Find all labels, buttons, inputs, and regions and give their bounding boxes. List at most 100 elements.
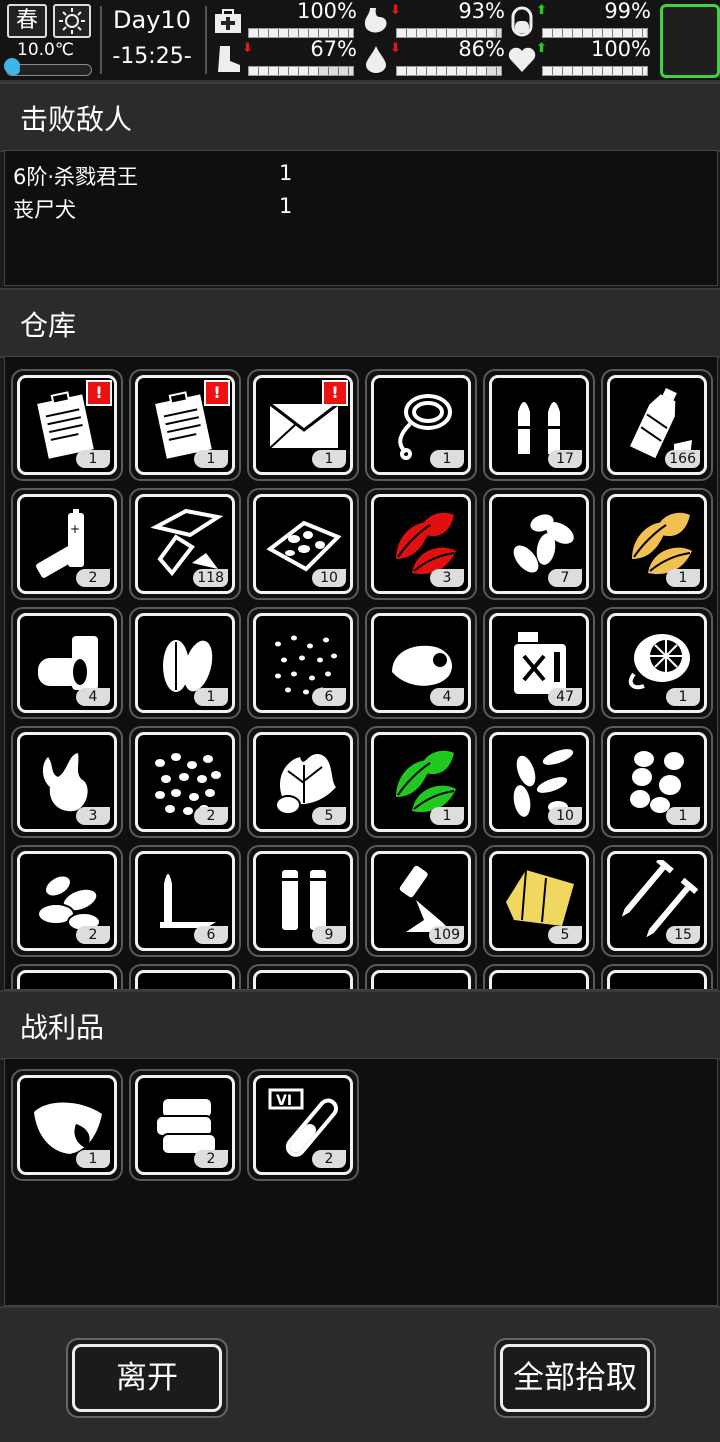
item-slot[interactable]: 1 [601,726,713,838]
item-slot[interactable]: 1 [11,1069,123,1181]
stat-trend-arrow: ⬇ [390,3,401,18]
item-count: 17 [548,450,582,468]
kills-header: 击败敌人 [0,82,720,152]
item-count: 166 [665,450,700,468]
loot-grid[interactable]: 1 2 VI 2 [5,1059,717,1305]
item-slot[interactable] [129,964,241,989]
item-slot[interactable] [601,964,713,989]
item-slot[interactable]: ! 1 [247,369,359,481]
item-count: 1 [76,1150,110,1168]
item-slot[interactable]: 5 [483,845,595,957]
kill-row: 丧尸犬 1 [13,194,292,224]
item-slot[interactable]: 2 [129,1069,241,1181]
kills-title: 击败敌人 [20,103,133,136]
item-count: 1 [312,450,346,468]
alert-badge-icon: ! [322,380,348,406]
stat-value: 100% [296,0,357,23]
item-count: 9 [312,926,346,944]
take-all-button[interactable]: 全部拾取 [494,1338,656,1418]
item-count: 118 [193,569,228,587]
warehouse-title: 仓库 [20,309,77,342]
status-bar: 春 10.0℃ Day10 -15:25- 100% ⬇ 93% ⬆ 99% ⬇ 67% ⬇ 8… [0,0,720,82]
item-slot[interactable]: 166 [601,369,713,481]
thermometer-icon [4,58,20,74]
item-count: 1 [194,450,228,468]
item-count: 10 [548,807,582,825]
warehouse-panel[interactable]: ! 1! 1! 1 1 17 166 +2 118 10 3 7 1 4 1 6 4 47 1 3 2 5 1 10 1 2 6 9 1… [4,356,718,990]
item-slot[interactable]: 2 [11,845,123,957]
item-slot[interactable]: 3 [365,488,477,600]
alert-badge-icon: ! [86,380,112,406]
item-count: 4 [76,688,110,706]
item-slot[interactable]: 7 [483,488,595,600]
item-slot[interactable]: 6 [247,607,359,719]
item-slot[interactable]: 109 [365,845,477,957]
stat-stamina: ⬇ 67% [212,37,357,77]
item-slot[interactable]: 3 [11,726,123,838]
item-slot[interactable]: 17 [483,369,595,481]
item-count: 1 [666,569,700,587]
water-drop-icon [366,46,386,73]
stat-bar [396,66,502,76]
stat-trend-arrow: ⬆ [536,3,547,18]
sun-icon [53,4,91,38]
kill-count: 1 [279,194,293,218]
leave-button[interactable]: 离开 [66,1338,228,1418]
item-count: 109 [429,926,464,944]
item-slot[interactable] [483,964,595,989]
item-slot[interactable]: 47 [483,607,595,719]
kills-panel: 6阶·杀戮君王 1 丧尸犬 1 [4,150,718,286]
heart-icon [508,47,536,72]
item-slot[interactable]: VI 2 [247,1069,359,1181]
stat-value: 93% [458,0,505,23]
item-slot[interactable]: ! 1 [129,369,241,481]
stat-mood: ⬆ 100% [506,37,651,77]
kill-enemy-name: 6阶·杀戮君王 [13,165,139,189]
pill-icon [511,6,533,37]
item-slot[interactable] [247,964,359,989]
item-count: 7 [548,569,582,587]
alert-badge-icon: ! [204,380,230,406]
stat-bar [248,66,354,76]
item-count: 10 [312,569,346,587]
item-slot[interactable]: ! 1 [11,369,123,481]
item-slot[interactable]: 1 [365,369,477,481]
kill-enemy-name: 丧尸犬 [13,198,76,222]
item-slot[interactable]: 5 [247,726,359,838]
medkit-icon [215,9,241,33]
item-slot[interactable] [11,964,123,989]
quick-slot[interactable] [660,4,720,78]
day-counter: Day10 [113,6,191,34]
item-slot[interactable]: 1 [601,488,713,600]
season-indicator: 春 [7,4,47,38]
item-slot[interactable]: 118 [129,488,241,600]
item-slot[interactable]: 4 [365,607,477,719]
leave-label: 离开 [72,1344,222,1412]
stat-trend-arrow: ⬇ [242,41,253,56]
item-slot[interactable]: 15 [601,845,713,957]
item-count: 1 [666,688,700,706]
item-slot[interactable]: 1 [601,607,713,719]
stat-medicine: ⬆ 99% [506,0,651,39]
item-slot[interactable]: 1 [129,607,241,719]
item-slot[interactable]: 2 [129,726,241,838]
item-slot[interactable]: +2 [11,488,123,600]
item-slot[interactable] [365,964,477,989]
item-slot[interactable]: 10 [247,488,359,600]
item-count: 2 [312,1150,346,1168]
item-slot[interactable]: 9 [247,845,359,957]
kill-row: 6阶·杀戮君王 1 [13,161,292,191]
item-slot[interactable]: 4 [11,607,123,719]
stat-trend-arrow: ⬆ [536,41,547,56]
item-count: 15 [666,926,700,944]
item-slot[interactable]: 1 [365,726,477,838]
stat-health: 100% [212,0,357,39]
item-slot[interactable]: 6 [129,845,241,957]
warehouse-grid[interactable]: ! 1! 1! 1 1 17 166 +2 118 10 3 7 1 4 1 6 4 47 1 3 2 5 1 10 1 2 6 9 1… [5,357,717,989]
stat-thirst: ⬇ 86% [360,37,505,77]
temperature: 10.0℃ [17,40,74,60]
item-slot[interactable]: 10 [483,726,595,838]
item-count: 5 [548,926,582,944]
take-all-label: 全部拾取 [500,1344,650,1412]
stat-value: 100% [590,37,651,61]
